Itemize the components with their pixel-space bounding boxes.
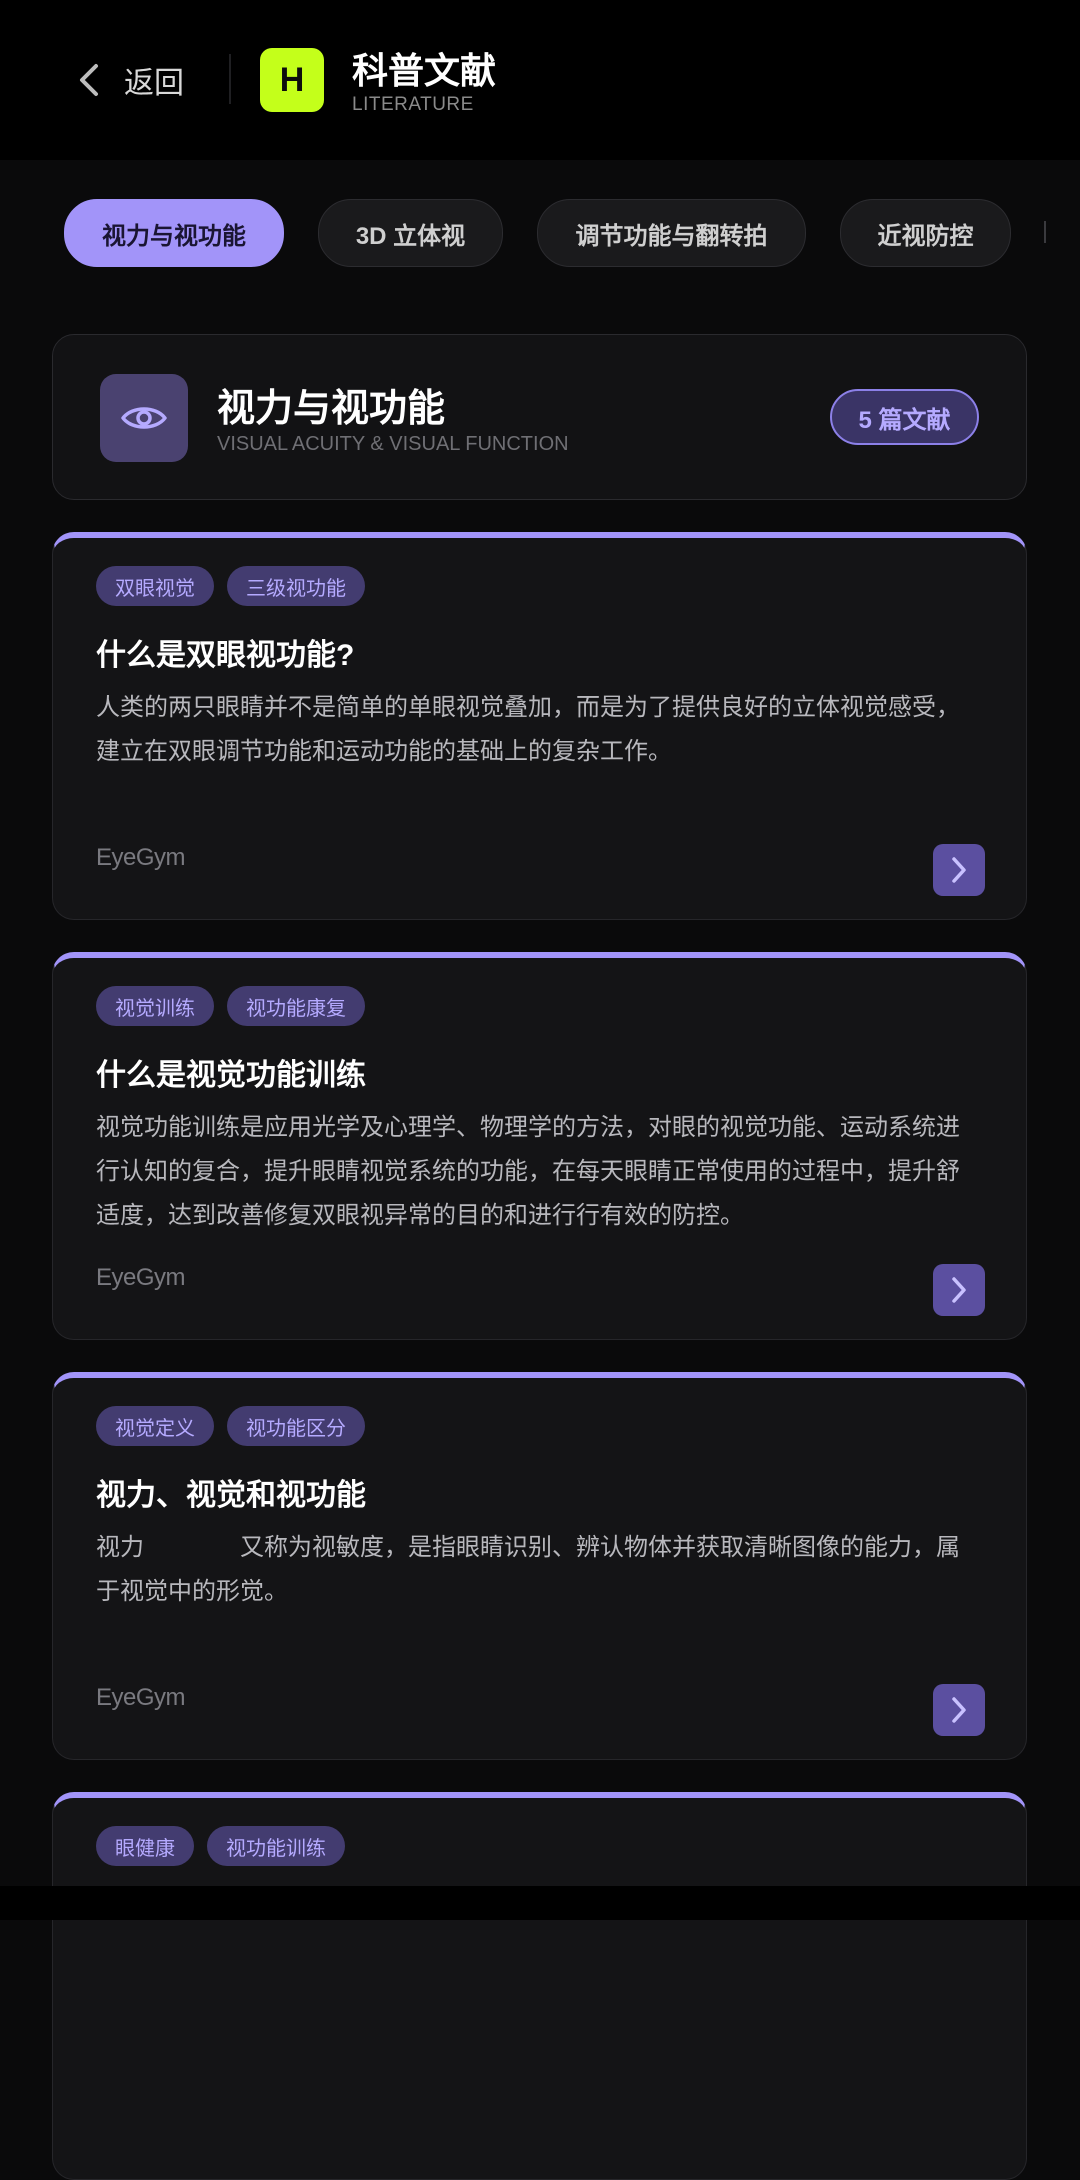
article-card[interactable]: 眼健康 视功能训练 xyxy=(52,1792,1027,2180)
chevron-left-icon xyxy=(80,64,98,96)
tag: 视功能训练 xyxy=(207,1826,345,1866)
tag: 视功能康复 xyxy=(227,986,365,1026)
chevron-right-icon xyxy=(952,1697,966,1723)
tag: 双眼视觉 xyxy=(96,566,214,606)
back-label: 返回 xyxy=(124,67,184,100)
category-summary-card: 视力与视功能 VISUAL ACUITY & VISUAL FUNCTION 5… xyxy=(52,334,1027,500)
article-title: 什么是双眼视功能? xyxy=(96,639,355,672)
tab-myopia-control[interactable]: 近视防控 xyxy=(840,199,1011,267)
open-article-button[interactable] xyxy=(933,844,985,896)
article-card[interactable]: 视觉训练 视功能康复 什么是视觉功能训练 视觉功能训练是应用光学及心理学、物理学… xyxy=(52,952,1027,1340)
eye-icon xyxy=(100,374,188,462)
article-card[interactable]: 双眼视觉 三级视功能 什么是双眼视功能? 人类的两只眼睛并不是简单的单眼视觉叠加… xyxy=(52,532,1027,920)
category-subtitle: VISUAL ACUITY & VISUAL FUNCTION xyxy=(217,433,569,455)
article-summary: 人类的两只眼睛并不是简单的单眼视觉叠加，而是为了提供良好的立体视觉感受，建立在双… xyxy=(96,694,960,765)
tab-3d-stereo[interactable]: 3D 立体视 xyxy=(318,199,503,267)
tag-list: 双眼视觉 三级视功能 xyxy=(96,566,365,606)
bottom-edge xyxy=(0,1886,1080,1920)
tag: 三级视功能 xyxy=(227,566,365,606)
chevron-right-icon xyxy=(952,1277,966,1303)
article-title: 什么是视觉功能训练 xyxy=(96,1059,366,1092)
article-summary: 视力 又称为视敏度，是指眼睛识别、辨认物体并获取清晰图像的能力，属于视觉中的形觉… xyxy=(96,1534,960,1605)
page-title: 科普文献 xyxy=(352,50,497,91)
article-title: 视力、视觉和视功能 xyxy=(96,1479,366,1512)
app-logo: H xyxy=(260,48,324,112)
open-article-button[interactable] xyxy=(933,1264,985,1316)
article-count-badge: 5 篇文献 xyxy=(830,389,979,445)
tab-visual-function[interactable]: 视力与视功能 xyxy=(64,199,284,267)
top-header: 返回 H 科普文献 LITERATURE xyxy=(0,0,1080,160)
page-subtitle: LITERATURE xyxy=(352,94,474,115)
category-tabs: 视力与视功能 3D 立体视 调节功能与翻转拍 近视防控 xyxy=(0,199,1080,267)
brand-label: EyeGym xyxy=(96,1684,186,1711)
tag-list: 视觉定义 视功能区分 xyxy=(96,1406,365,1446)
tag: 视觉训练 xyxy=(96,986,214,1026)
tag: 视功能区分 xyxy=(227,1406,365,1446)
tag-list: 视觉训练 视功能康复 xyxy=(96,986,365,1026)
open-article-button[interactable] xyxy=(933,1684,985,1736)
tag: 视觉定义 xyxy=(96,1406,214,1446)
article-summary: 视觉功能训练是应用光学及心理学、物理学的方法，对眼的视觉功能、运动系统进行认知的… xyxy=(96,1114,960,1229)
tag-list: 眼健康 视功能训练 xyxy=(96,1826,345,1866)
tag: 眼健康 xyxy=(96,1826,194,1866)
header-divider xyxy=(229,54,231,104)
tab-overflow-indicator xyxy=(1044,221,1046,243)
back-button[interactable]: 返回 xyxy=(72,52,184,108)
brand-label: EyeGym xyxy=(96,844,186,871)
tab-accommodation[interactable]: 调节功能与翻转拍 xyxy=(537,199,806,267)
category-title: 视力与视功能 xyxy=(217,388,446,430)
brand-label: EyeGym xyxy=(96,1264,186,1291)
chevron-right-icon xyxy=(952,857,966,883)
article-card[interactable]: 视觉定义 视功能区分 视力、视觉和视功能 视力 又称为视敏度，是指眼睛识别、辨认… xyxy=(52,1372,1027,1760)
